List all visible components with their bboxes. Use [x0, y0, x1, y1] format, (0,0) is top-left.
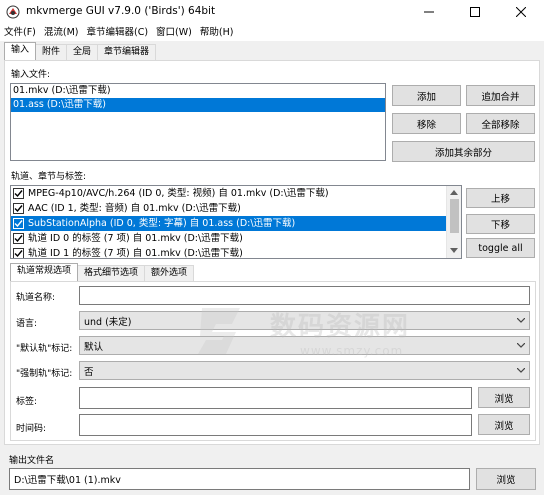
- track-row[interactable]: 轨道 ID 0 的标签 (7 项) 自 01.mkv (D:\迅雷下载): [11, 231, 461, 246]
- checkmark-icon: [14, 205, 23, 213]
- scroll-thumb[interactable]: [450, 199, 459, 233]
- checkmark-icon: [14, 220, 23, 228]
- forced-flag-label: "强制轨"标记:: [16, 369, 73, 379]
- tab-attachments[interactable]: 附件: [35, 44, 68, 60]
- track-name-label: 轨道名称:: [16, 293, 56, 303]
- track-checkbox[interactable]: [13, 233, 24, 244]
- chevron-down-icon: [517, 343, 525, 348]
- title-bar: mkvmerge GUI v7.9.0 ('Birds') 64bit: [0, 0, 544, 24]
- tab-general-track-options[interactable]: 轨道常规选项: [10, 263, 79, 281]
- file-item-01-ass[interactable]: 01.ass (D:\迅雷下载): [11, 98, 385, 112]
- add-other-parts-button[interactable]: 添加其余部分: [392, 141, 535, 162]
- move-up-button[interactable]: 上移: [466, 188, 535, 208]
- language-label: 语言:: [16, 319, 38, 329]
- input-files-label: 输入文件:: [11, 70, 51, 80]
- toggle-all-button[interactable]: toggle all: [466, 238, 535, 258]
- menu-mux[interactable]: 混流(M): [40, 24, 83, 41]
- default-flag-value: 默认: [84, 341, 104, 353]
- track-row[interactable]: SubStationAlpha (ID 0, 类型: 字幕) 自 01.ass …: [11, 216, 461, 231]
- timecodes-label: 时间码:: [16, 424, 47, 434]
- tab-input[interactable]: 输入: [4, 42, 37, 60]
- input-files-list[interactable]: 01.mkv (D:\迅雷下载) 01.ass (D:\迅雷下载): [10, 83, 386, 161]
- tracks-list[interactable]: MPEG-4p10/AVC/h.264 (ID 0, 类型: 视频) 自 01.…: [10, 185, 462, 259]
- checkmark-icon: [14, 190, 23, 198]
- track-label: MPEG-4p10/AVC/h.264 (ID 0, 类型: 视频) 自 01.…: [28, 188, 329, 199]
- checkmark-icon: [14, 235, 23, 243]
- track-row[interactable]: AAC (ID 1, 类型: 音频) 自 01.mkv (D:\迅雷下载): [11, 201, 461, 216]
- output-browse-button[interactable]: 浏览: [476, 468, 536, 490]
- remove-all-button[interactable]: 全部移除: [466, 113, 535, 134]
- tags-input[interactable]: [79, 387, 472, 409]
- move-down-button[interactable]: 下移: [466, 214, 535, 234]
- file-item-01-mkv[interactable]: 01.mkv (D:\迅雷下载): [11, 84, 385, 98]
- track-label: 轨道 ID 1 的标签 (7 项) 自 01.mkv (D:\迅雷下载): [28, 248, 243, 259]
- scroll-down-icon[interactable]: [450, 248, 458, 254]
- track-checkbox[interactable]: [13, 203, 24, 214]
- track-row[interactable]: 轨道 ID 1 的标签 (7 项) 自 01.mkv (D:\迅雷下载): [11, 246, 461, 259]
- menu-help[interactable]: 帮助(H): [196, 24, 238, 41]
- main-tab-bar: 输入 附件 全局 章节编辑器: [4, 42, 157, 60]
- site-watermark: 数码资源网 www.smzy.com: [192, 298, 442, 368]
- track-label: SubStationAlpha (ID 0, 类型: 字幕) 自 01.ass …: [28, 218, 296, 229]
- track-checkbox[interactable]: [13, 218, 24, 229]
- language-value: und (未定): [84, 316, 132, 328]
- tab-global[interactable]: 全局: [66, 44, 99, 60]
- tags-browse-button[interactable]: 浏览: [478, 387, 530, 408]
- maximize-icon: [470, 7, 480, 17]
- window-title: mkvmerge GUI v7.9.0 ('Birds') 64bit: [26, 5, 216, 17]
- chevron-down-icon: [517, 368, 525, 373]
- minimize-button[interactable]: [406, 0, 452, 24]
- timecodes-browse-button[interactable]: 浏览: [478, 414, 530, 435]
- output-filename-label: 输出文件名: [9, 456, 55, 466]
- tab-extra-options[interactable]: 额外选项: [144, 265, 195, 281]
- scroll-up-icon[interactable]: [450, 189, 458, 195]
- close-button[interactable]: [498, 0, 544, 24]
- maximize-button[interactable]: [452, 0, 498, 24]
- mkvmerge-app-icon: [6, 5, 20, 19]
- timecodes-input[interactable]: [79, 414, 472, 436]
- default-flag-label: "默认轨"标记:: [16, 344, 73, 354]
- output-filename-input[interactable]: D:\迅雷下载\01 (1).mkv: [9, 468, 470, 490]
- menu-bar: 文件(F) 混流(M) 章节编辑器(C) 窗口(W) 帮助(H): [0, 24, 544, 41]
- track-row[interactable]: MPEG-4p10/AVC/h.264 (ID 0, 类型: 视频) 自 01.…: [11, 186, 461, 201]
- watermark-logo-icon: [198, 308, 240, 354]
- tags-label: 标签:: [16, 397, 38, 407]
- track-label: AAC (ID 1, 类型: 音频) 自 01.mkv (D:\迅雷下载): [28, 203, 241, 214]
- menu-chapter-editor[interactable]: 章节编辑器(C): [83, 24, 153, 41]
- tab-chapter-editor[interactable]: 章节编辑器: [97, 44, 157, 60]
- remove-button[interactable]: 移除: [392, 113, 461, 134]
- menu-window[interactable]: 窗口(W): [152, 24, 196, 41]
- watermark-url-text: www.smzy.com: [300, 344, 404, 358]
- track-checkbox[interactable]: [13, 248, 24, 258]
- watermark-brand-text: 数码资源网: [270, 312, 411, 342]
- chevron-down-icon: [517, 318, 525, 323]
- close-icon: [516, 7, 526, 17]
- minimize-icon: [424, 11, 434, 13]
- menu-file[interactable]: 文件(F): [0, 24, 40, 41]
- tracks-label: 轨道、章节与标签:: [11, 172, 87, 182]
- track-options-tab-bar: 轨道常规选项 格式细节选项 额外选项: [10, 263, 195, 281]
- forced-flag-value: 否: [84, 366, 94, 378]
- track-label: 轨道 ID 0 的标签 (7 项) 自 01.mkv (D:\迅雷下载): [28, 233, 243, 244]
- tracks-scrollbar[interactable]: [446, 186, 461, 258]
- track-checkbox[interactable]: [13, 188, 24, 199]
- add-button[interactable]: 添加: [392, 85, 461, 106]
- tab-format-specific-options[interactable]: 格式细节选项: [77, 265, 146, 281]
- append-button[interactable]: 追加合并: [466, 85, 535, 106]
- checkmark-icon: [14, 250, 23, 258]
